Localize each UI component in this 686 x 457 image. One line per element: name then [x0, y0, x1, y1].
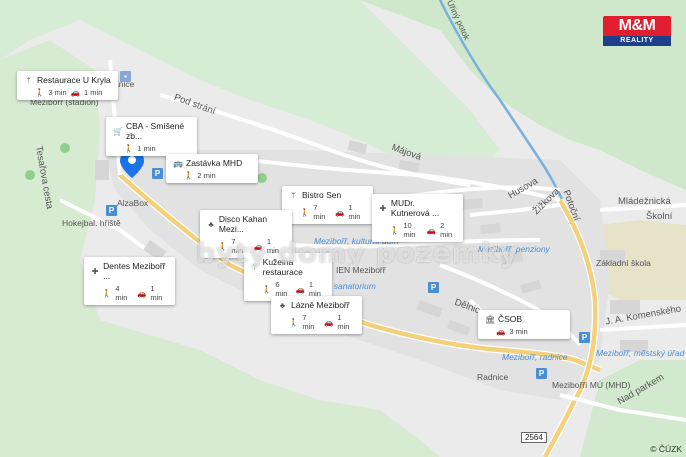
poi-name: Restaurace U Kryla [37, 75, 111, 85]
poi-name: ČSOB [498, 314, 523, 324]
walk-icon: 🚶 [35, 88, 45, 97]
map-copyright: © ČÚZK [650, 444, 682, 454]
club-icon: ♣ [208, 219, 214, 229]
place-label: AlzaBox [117, 198, 149, 208]
transit-stop-label: Mezibořř, radnice [502, 352, 568, 362]
parking-icon: P [536, 368, 547, 379]
poi-card-cba[interactable]: 🛒 CBA - Smíšené zb... 🚶 1 min [106, 117, 197, 156]
bank-icon: 🏛 [485, 314, 496, 324]
car-icon: 🚗 [426, 225, 437, 235]
walk-icon: 🚶 [262, 284, 272, 294]
poi-walk-time: 7 min [313, 203, 326, 221]
place-label: Radnice [477, 372, 509, 382]
poi-name: MUDr. Kutnerová ... [390, 198, 440, 218]
place-label: Základní škola [596, 258, 651, 268]
car-icon: 🚗 [295, 284, 305, 294]
poi-walk-time: 1 min [137, 144, 156, 153]
walk-icon: 🚶 [300, 207, 310, 217]
medical-icon: ✚ [379, 203, 387, 213]
poi-name: Lázně Mezibořř [291, 300, 350, 310]
car-icon: 🚗 [324, 317, 334, 327]
car-icon: 🚗 [137, 288, 147, 298]
poi-card-mudr-kutnerova[interactable]: ✚ MUDr. Kutnerová ... 🚶 10 min 🚗 2 min [372, 194, 463, 242]
poi-drive-time: 1 min [348, 203, 361, 221]
shop-icon: 🛒 [113, 126, 123, 136]
walk-icon: 🚶 [102, 288, 112, 298]
poi-name: Bistro Sen [302, 190, 342, 200]
medical-icon: ✚ [91, 266, 99, 276]
street-label: Mládežnická [618, 196, 671, 207]
street-label: Školní [646, 211, 673, 222]
restaurant-icon: ᛘ [291, 190, 296, 200]
watermark-text: byty domy pozemky [196, 238, 519, 269]
poi-drive-time: 3 min [509, 327, 528, 336]
walk-icon: 🚶 [289, 317, 299, 327]
parking-icon: P [152, 168, 163, 179]
poi-walk-time: 10 min [403, 221, 416, 239]
place-label: Hokejbal. hřiště [62, 218, 121, 228]
poi-drive-time: 1 min [150, 284, 163, 302]
poi-walk-time: 7 min [302, 313, 315, 331]
poi-name: Dentes Mezibořř ... [103, 261, 166, 281]
poi-walk-time: 2 min [197, 171, 216, 180]
parking-icon: P [106, 205, 117, 216]
poi-name: Zastávka MHD [186, 158, 243, 168]
poi-drive-time: 2 min [440, 221, 453, 239]
poi-card-zastavka-mhd[interactable]: 🚌 Zastávka MHD 🚶 2 min [166, 154, 258, 183]
logo-sub-text: REALITY [603, 36, 671, 46]
transit-icon: ▪ [120, 71, 131, 82]
poi-walk-time: 3 min [48, 88, 67, 97]
poi-walk-time: 4 min [115, 284, 128, 302]
poi-card-restaurace-u-kryla[interactable]: ᛘ Restaurace U Kryla 🚶 3 min 🚗 1 min [17, 71, 118, 100]
walk-icon: 🚶 [124, 144, 134, 153]
poi-card-bistro-sen[interactable]: ᛘ Bistro Sen 🚶 7 min 🚗 1 min [282, 186, 373, 224]
poi-card-csob[interactable]: 🏛 ČSOB 🚗 3 min [478, 310, 570, 339]
logo-main-text: M&M [618, 17, 656, 34]
club-icon: ♣ [279, 300, 286, 310]
car-icon: 🚗 [335, 207, 345, 217]
poi-card-lazne-mezibori[interactable]: ♣ Lázně Mezibořř 🚶 7 min 🚗 1 min [271, 296, 362, 334]
brand-logo: M&M REALITY [603, 16, 671, 46]
transit-stop-label: Mezibořř, městský úřad [596, 348, 685, 358]
restaurant-icon: ᛘ [26, 75, 31, 85]
parking-icon: P [579, 332, 590, 343]
car-icon: 🚗 [496, 327, 506, 336]
poi-card-dentes[interactable]: ✚ Dentes Mezibořř ... 🚶 4 min 🚗 1 min [84, 257, 175, 305]
parking-icon: P [428, 282, 439, 293]
poi-name: Disco Kahan Mezi... [218, 214, 268, 234]
bus-icon: 🚌 [173, 158, 183, 168]
poi-drive-time: 1 min [84, 88, 103, 97]
walk-icon: 🚶 [390, 225, 400, 235]
road-number-shield: 2564 [521, 432, 547, 443]
poi-drive-time: 1 min [337, 313, 350, 331]
poi-name: CBA - Smíšené zb... [126, 121, 185, 141]
car-icon: 🚗 [70, 88, 81, 97]
place-label: Mezibořří MÚ (MHD) [552, 380, 631, 390]
walk-icon: 🚶 [184, 171, 194, 180]
